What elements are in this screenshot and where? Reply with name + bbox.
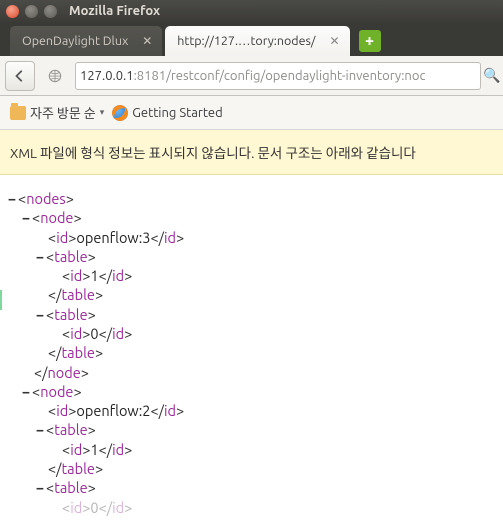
bookmarks-recent-label: 자주 방문 순 bbox=[30, 103, 96, 122]
folder-icon bbox=[10, 106, 26, 120]
tab-opendaylight[interactable]: OpenDaylight Dlux ✕ bbox=[10, 26, 162, 56]
tab-bar: OpenDaylight Dlux ✕ http://127.…tory:nod… bbox=[0, 22, 503, 56]
xml-id-line: <id>0</id> bbox=[6, 498, 497, 517]
collapse-toggle-icon[interactable]: − bbox=[6, 189, 18, 208]
bookmark-getting-started[interactable]: Getting Started bbox=[112, 105, 222, 121]
collapse-toggle-icon[interactable]: − bbox=[20, 382, 32, 401]
window-maximize-button[interactable] bbox=[44, 5, 57, 18]
window-title: Mozilla Firefox bbox=[69, 4, 160, 18]
xml-id-line: <id>0</id> bbox=[6, 324, 497, 343]
left-accent-strip bbox=[0, 290, 2, 310]
xml-open-table[interactable]: −<table> bbox=[6, 247, 497, 266]
collapse-toggle-icon[interactable]: − bbox=[34, 420, 46, 439]
xml-id-line: <id>1</id> bbox=[6, 440, 497, 459]
xml-open-table[interactable]: −<table> bbox=[6, 420, 497, 439]
search-indicator-icon[interactable]: 🔍 bbox=[486, 67, 498, 84]
window-close-button[interactable] bbox=[6, 5, 19, 18]
chevron-down-icon: ▾ bbox=[100, 107, 105, 118]
xml-tree-viewer: −<nodes> −<node> <id>openflow:3</id> −<t… bbox=[0, 175, 503, 531]
close-icon[interactable]: ✕ bbox=[140, 34, 154, 48]
back-button[interactable] bbox=[5, 61, 35, 91]
xml-id-line: <id>openflow:3</id> bbox=[6, 228, 497, 247]
xml-open-node[interactable]: −<node> bbox=[6, 382, 497, 401]
url-path: :8181/restconf/config/opendaylight-inven… bbox=[134, 69, 426, 83]
xml-info-bar: XML 파일에 형식 정보는 표시되지 않습니다. 문서 구조는 아래와 같습니… bbox=[0, 130, 503, 175]
window-titlebar: Mozilla Firefox bbox=[0, 0, 503, 22]
site-identity-button[interactable] bbox=[40, 61, 70, 91]
xml-close-table: </table> bbox=[6, 343, 497, 362]
url-input[interactable]: 127.0.0.1:8181/restconf/config/opendayli… bbox=[75, 62, 481, 90]
globe-outline-icon bbox=[48, 69, 62, 83]
navigation-toolbar: 127.0.0.1:8181/restconf/config/opendayli… bbox=[0, 56, 503, 96]
xml-close-node: </node> bbox=[6, 363, 497, 382]
tab-restconf[interactable]: http://127.…tory:nodes/ ✕ bbox=[165, 26, 349, 56]
url-host: 127.0.0.1 bbox=[80, 69, 134, 83]
bookmark-label: Getting Started bbox=[132, 106, 222, 120]
xml-close-table: </table> bbox=[6, 459, 497, 478]
arrow-left-icon bbox=[13, 69, 27, 83]
xml-open-node[interactable]: −<node> bbox=[6, 208, 497, 227]
collapse-toggle-icon[interactable]: − bbox=[34, 247, 46, 266]
collapse-toggle-icon[interactable]: − bbox=[20, 208, 32, 227]
tab-label: http://127.…tory:nodes/ bbox=[177, 34, 315, 48]
xml-open-nodes[interactable]: −<nodes> bbox=[6, 189, 497, 208]
xml-id-line: <id>1</id> bbox=[6, 266, 497, 285]
collapse-toggle-icon[interactable]: − bbox=[34, 478, 46, 497]
xml-open-table[interactable]: −<table> bbox=[6, 305, 497, 324]
tab-label: OpenDaylight Dlux bbox=[22, 34, 128, 48]
xml-info-text: XML 파일에 형식 정보는 표시되지 않습니다. 문서 구조는 아래와 같습니… bbox=[10, 145, 416, 161]
xml-open-table[interactable]: −<table> bbox=[6, 478, 497, 497]
window-minimize-button[interactable] bbox=[25, 5, 38, 18]
close-icon[interactable]: ✕ bbox=[328, 34, 342, 48]
bookmarks-toolbar: 자주 방문 순 ▾ Getting Started bbox=[0, 96, 503, 130]
collapse-toggle-icon[interactable]: − bbox=[34, 305, 46, 324]
bookmarks-recent-menu[interactable]: 자주 방문 순 ▾ bbox=[10, 103, 104, 122]
xml-id-line: <id>openflow:2</id> bbox=[6, 401, 497, 420]
new-tab-button[interactable]: + bbox=[359, 30, 381, 52]
firefox-globe-icon bbox=[112, 105, 128, 121]
xml-close-table: </table> bbox=[6, 285, 497, 304]
